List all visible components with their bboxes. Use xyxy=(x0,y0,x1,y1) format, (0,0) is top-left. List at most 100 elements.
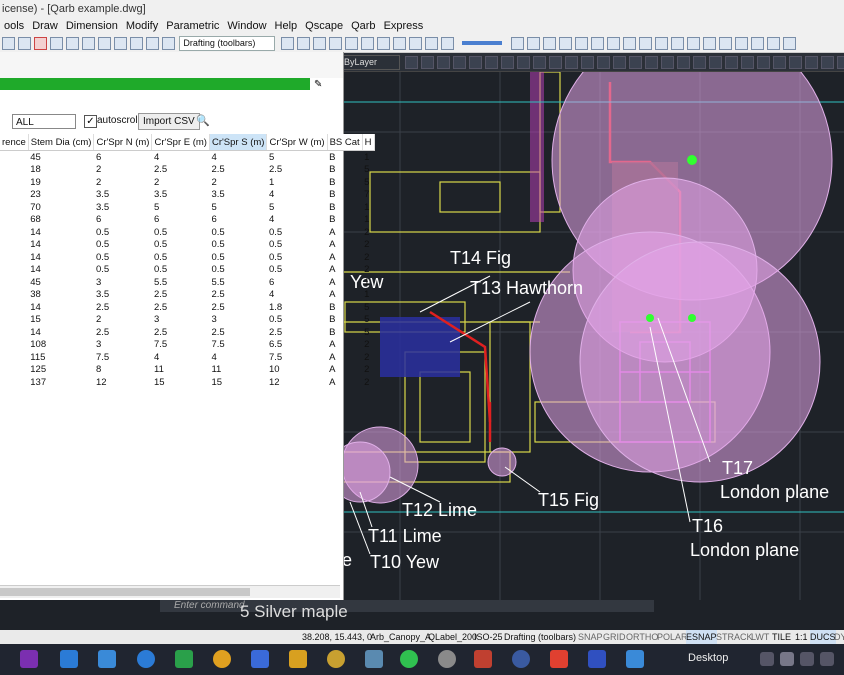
status-esnap[interactable]: ESNAP xyxy=(686,630,717,644)
scroll-thumb[interactable] xyxy=(0,588,250,596)
tool-icon[interactable] xyxy=(559,37,573,50)
zoom-icon[interactable] xyxy=(280,37,294,50)
onenote-icon[interactable] xyxy=(20,650,38,668)
status-lwt[interactable]: LWT xyxy=(751,630,769,644)
status-dyn[interactable]: DY xyxy=(834,630,844,644)
table-row[interactable]: 19 2 2 2 1 B 5 xyxy=(0,176,374,189)
tool-icon[interactable] xyxy=(597,56,611,69)
status-scale[interactable]: 1:1 xyxy=(795,630,808,644)
tray-icon[interactable] xyxy=(760,652,774,666)
status-grid[interactable]: GRID xyxy=(603,630,626,644)
tool-icon[interactable] xyxy=(146,37,159,50)
tool-icon[interactable] xyxy=(741,56,755,69)
tool-icon[interactable] xyxy=(719,37,733,50)
tool-icon[interactable] xyxy=(655,37,669,50)
circle-icon[interactable] xyxy=(517,56,531,69)
table-row[interactable]: 23 3.5 3.5 3.5 4 B 7 xyxy=(0,189,374,202)
table-row[interactable]: 45 3 5.5 5.5 6 A 1 xyxy=(0,276,374,289)
app-icon[interactable] xyxy=(588,650,606,668)
tool-icon[interactable] xyxy=(453,56,467,69)
tool-icon[interactable] xyxy=(735,37,749,50)
eye-icon[interactable] xyxy=(376,37,390,50)
tool-icon[interactable] xyxy=(645,56,659,69)
app-icon[interactable] xyxy=(175,650,193,668)
table-row[interactable]: 14 2.5 2.5 2.5 2.5 B 5 xyxy=(0,326,374,339)
tool-icon[interactable] xyxy=(629,56,643,69)
volume-icon[interactable] xyxy=(820,652,834,666)
search-icon[interactable]: 🔍 xyxy=(196,114,210,127)
tool-icon[interactable] xyxy=(527,37,541,50)
table-row[interactable]: 14 2.5 2.5 2.5 1.8 B 5 xyxy=(0,301,374,314)
command-input[interactable]: Enter command xyxy=(160,600,654,612)
tool-icon[interactable] xyxy=(565,56,579,69)
table-row[interactable]: 68 6 6 6 4 B 1 xyxy=(0,214,374,227)
app-icon[interactable] xyxy=(251,650,269,668)
table-row[interactable]: 125 8 11 11 10 A 2 xyxy=(0,364,374,377)
help-icon[interactable] xyxy=(162,37,175,50)
slider[interactable] xyxy=(462,41,503,45)
table-row[interactable]: 108 3 7.5 7.5 6.5 A 2 xyxy=(0,339,374,352)
line-icon[interactable] xyxy=(421,56,435,69)
tool-icon[interactable] xyxy=(440,37,454,50)
tool-icon[interactable] xyxy=(687,37,701,50)
tool-icon[interactable] xyxy=(581,56,595,69)
close-icon[interactable] xyxy=(34,37,47,50)
table-row[interactable]: 14 0.5 0.5 0.5 0.5 A 2 xyxy=(0,239,374,252)
status-label[interactable]: QLabel_200 xyxy=(428,630,477,644)
status-dimstyle[interactable]: ISO-25 xyxy=(474,630,503,644)
tool-icon[interactable] xyxy=(2,37,15,50)
tool-icon[interactable] xyxy=(671,37,685,50)
tool-icon[interactable] xyxy=(757,56,771,69)
tool-icon[interactable] xyxy=(344,37,358,50)
table-row[interactable]: 14 0.5 0.5 0.5 0.5 A 2 xyxy=(0,264,374,277)
table-row[interactable]: 14 0.5 0.5 0.5 0.5 A 2 xyxy=(0,226,374,239)
tool-icon[interactable] xyxy=(130,37,143,50)
tool-icon[interactable] xyxy=(98,37,111,50)
table-row[interactable]: 14 0.5 0.5 0.5 0.5 A 2 xyxy=(0,251,374,264)
layer-combo[interactable]: ByLayer xyxy=(340,55,400,70)
people-icon[interactable] xyxy=(137,650,155,668)
app-icon[interactable] xyxy=(550,650,568,668)
col-spread-e[interactable]: Cr'Spr E (m) xyxy=(151,134,210,151)
tool-icon[interactable] xyxy=(392,37,406,50)
table-row[interactable]: 38 3.5 2.5 2.5 4 A 1 xyxy=(0,289,374,302)
desktop-label[interactable]: Desktop xyxy=(688,652,728,664)
tool-icon[interactable] xyxy=(725,56,739,69)
col-reference[interactable]: rence xyxy=(0,134,29,151)
horizontal-scrollbar[interactable] xyxy=(0,585,340,598)
cloud-icon[interactable] xyxy=(780,652,794,666)
menu-qarb[interactable]: Qarb xyxy=(347,18,379,34)
tool-icon[interactable] xyxy=(424,37,438,50)
filter-select[interactable]: ALL xyxy=(12,114,76,129)
menu-window[interactable]: Window xyxy=(223,18,270,34)
table-row[interactable]: 137 12 15 15 12 A 2 xyxy=(0,376,374,389)
tool-icon[interactable] xyxy=(511,37,525,50)
col-spread-n[interactable]: Cr'Spr N (m) xyxy=(93,134,153,151)
table-row[interactable]: 70 3.5 5 5 5 B 1 xyxy=(0,201,374,214)
undo-icon[interactable] xyxy=(50,37,63,50)
tool-icon[interactable] xyxy=(805,56,819,69)
status-tile[interactable]: TILE xyxy=(772,630,791,644)
menu-dimension[interactable]: Dimension xyxy=(62,18,122,34)
tool-icon[interactable] xyxy=(114,37,127,50)
app-icon[interactable] xyxy=(512,650,530,668)
status-polar[interactable]: POLAR xyxy=(657,630,688,644)
table-row[interactable]: 45 6 4 4 5 B 1 xyxy=(0,151,374,164)
status-workspace[interactable]: Drafting (toolbars) xyxy=(504,630,576,644)
menu-draw[interactable]: Draw xyxy=(28,18,62,34)
app-icon[interactable] xyxy=(98,650,116,668)
menu-tools[interactable]: ools xyxy=(0,18,28,34)
drawing-canvas[interactable]: Yew T14 Fig T13 Hawthorn T17 London plan… xyxy=(340,72,844,600)
zoom-icon[interactable] xyxy=(296,37,310,50)
tool-icon[interactable] xyxy=(789,56,803,69)
tool-icon[interactable] xyxy=(575,37,589,50)
col-bs-cat[interactable]: BS Cat xyxy=(327,134,363,151)
status-snap[interactable]: SNAP xyxy=(578,630,603,644)
tool-icon[interactable] xyxy=(783,37,797,50)
tool-icon[interactable] xyxy=(693,56,707,69)
col-stem-dia[interactable]: Stem Dia (cm) xyxy=(28,134,95,151)
tool-icon[interactable] xyxy=(591,37,605,50)
table-row[interactable]: 15 2 3 3 0.5 B 5 xyxy=(0,314,374,327)
tool-icon[interactable] xyxy=(18,37,31,50)
zoom-icon[interactable] xyxy=(328,37,342,50)
